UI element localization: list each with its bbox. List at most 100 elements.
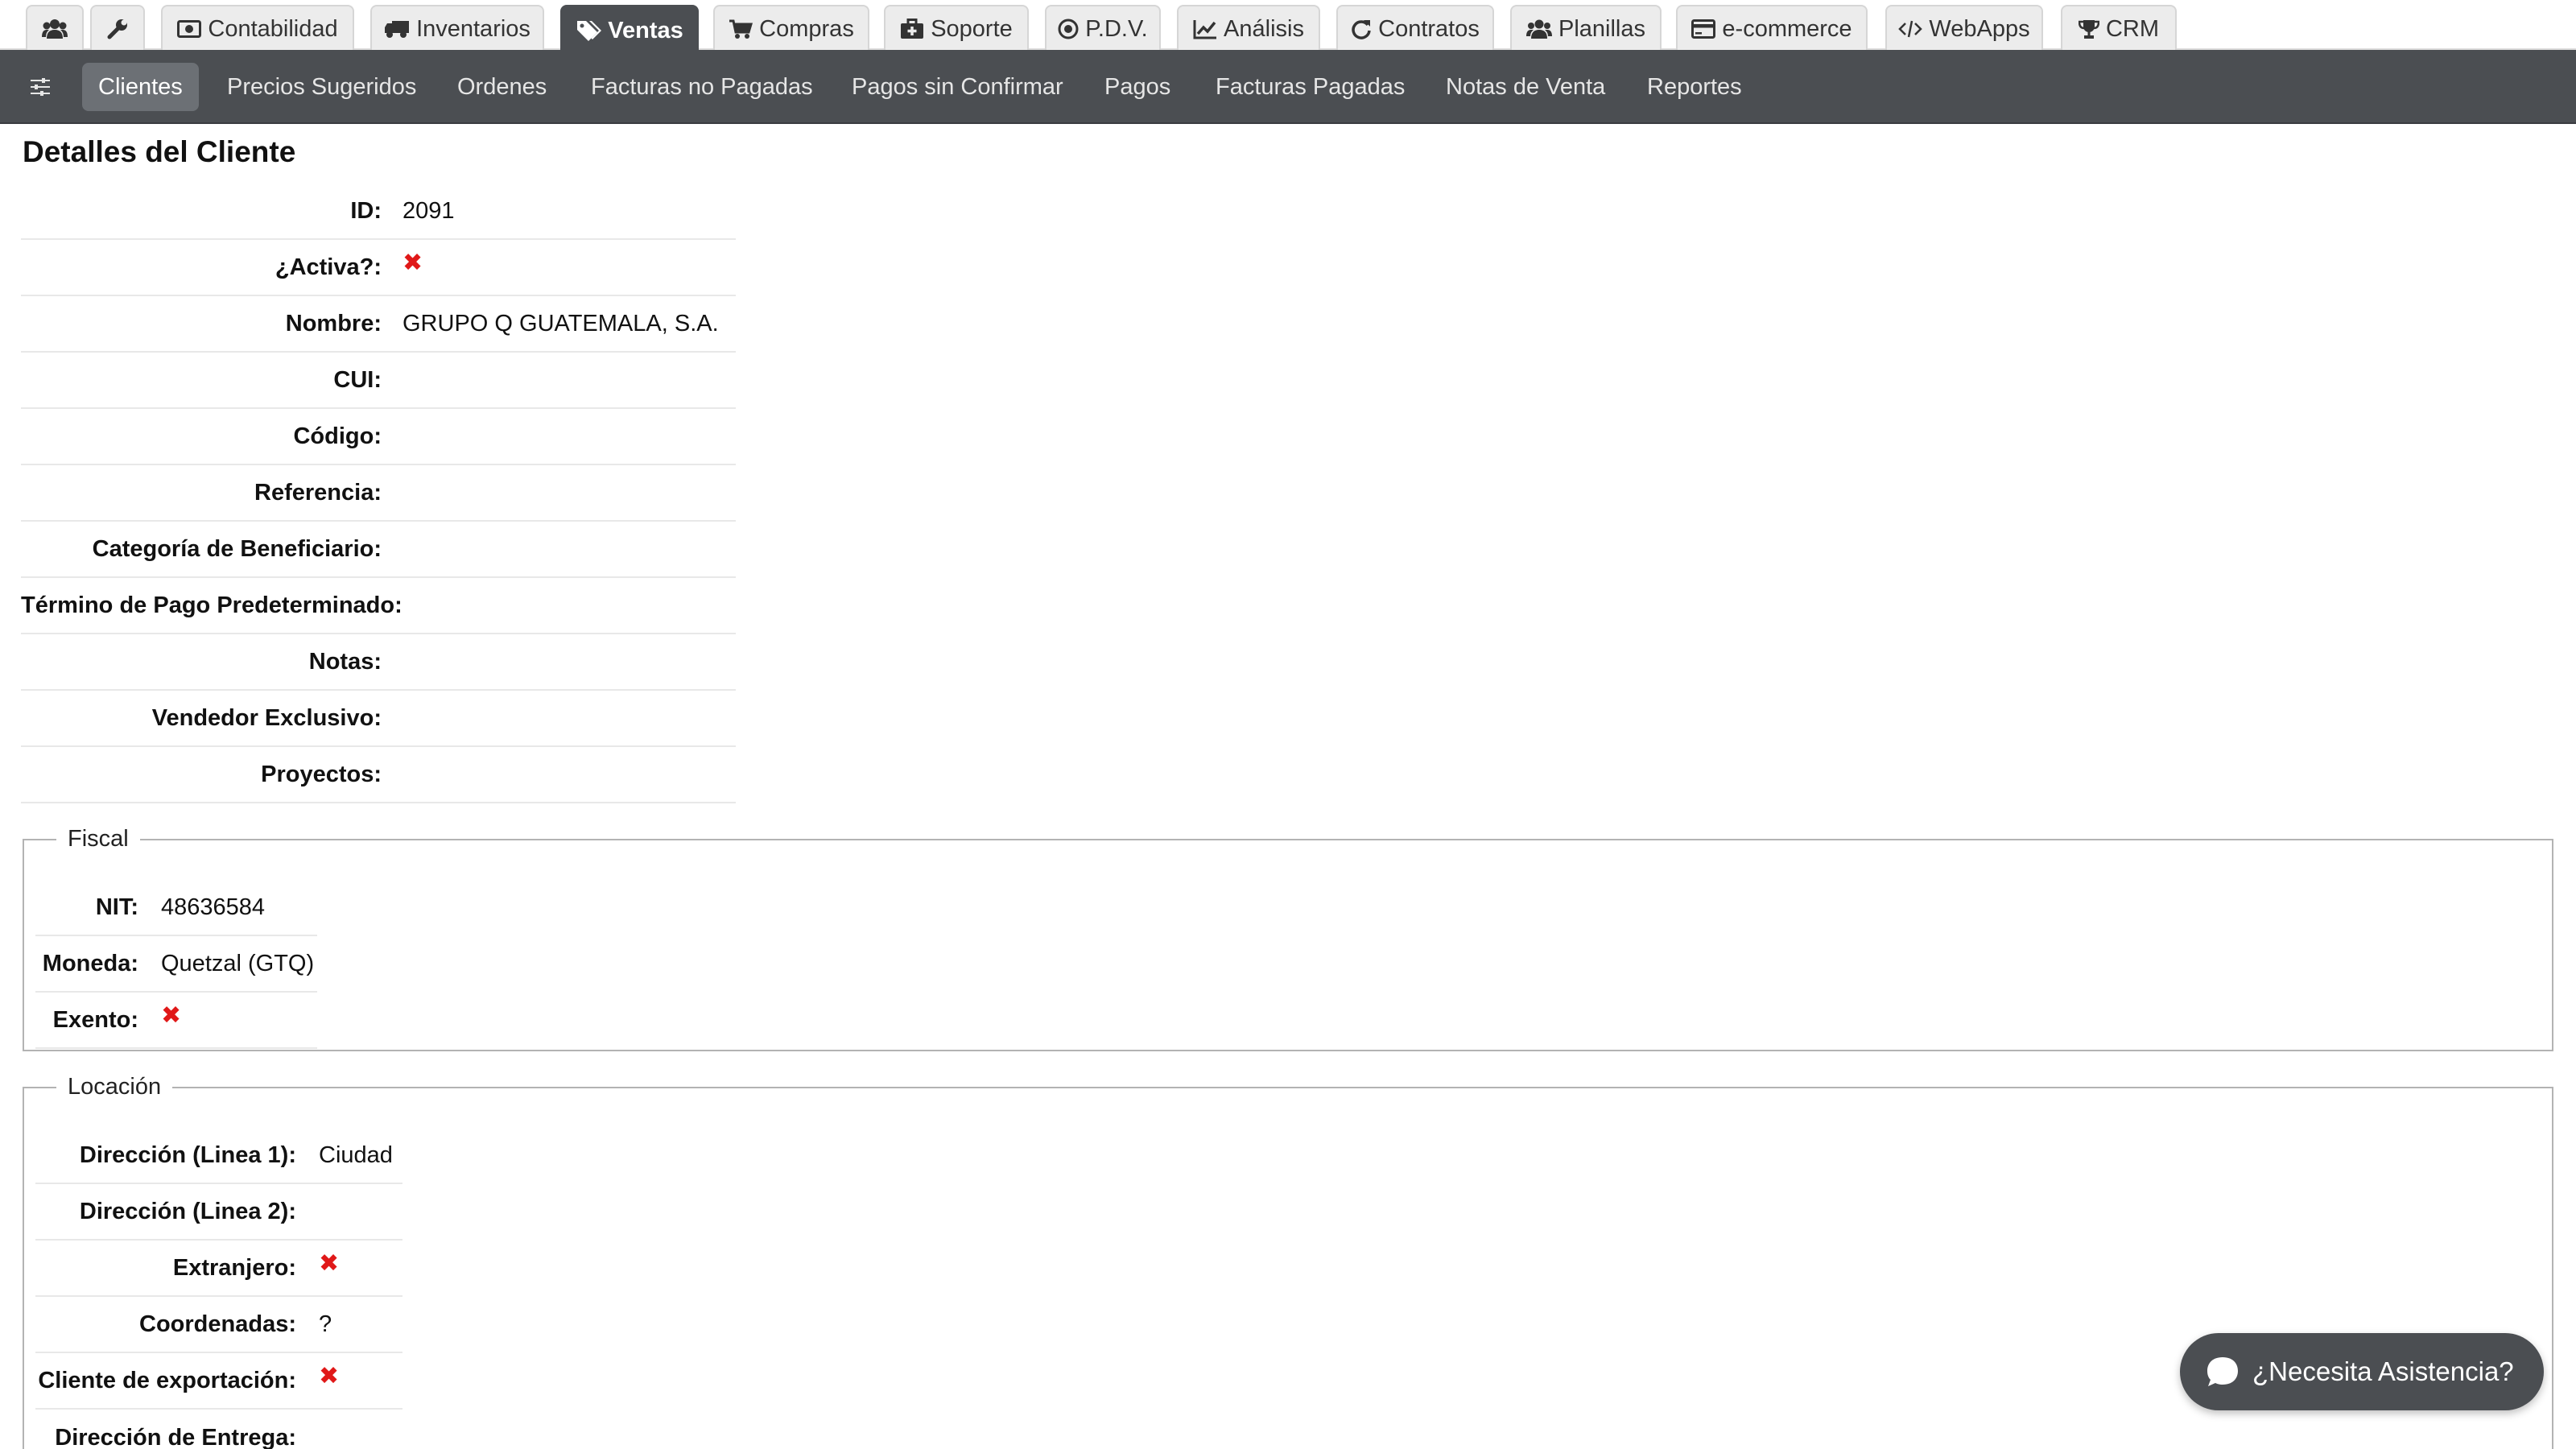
code-icon bbox=[1898, 19, 1923, 39]
refresh-icon bbox=[1351, 19, 1372, 39]
tab-label: Soporte bbox=[931, 15, 1013, 42]
detail-row-referencia: Referencia: bbox=[21, 465, 736, 522]
tab-label: e-commerce bbox=[1722, 15, 1852, 42]
location-label: Cliente de exportación: bbox=[38, 1367, 296, 1393]
tab-label: Planillas bbox=[1558, 15, 1645, 42]
help-chat-button[interactable]: ¿Necesita Asistencia? bbox=[2180, 1333, 2544, 1410]
fiscal-value: 48636584 bbox=[161, 894, 266, 920]
subnav-notas-de-venta[interactable]: Notas de Venta bbox=[1430, 63, 1621, 111]
target-icon bbox=[1058, 19, 1079, 39]
credit-card-icon bbox=[1691, 19, 1716, 39]
detail-row-categoria: Categoría de Beneficiario: bbox=[21, 522, 736, 578]
cross-icon: ✖ bbox=[161, 1001, 182, 1029]
page-title: Detalles del Cliente bbox=[23, 135, 296, 168]
fiscal-row-moneda: Moneda: Quetzal (GTQ) bbox=[35, 936, 317, 993]
detail-row-codigo: Código: bbox=[21, 409, 736, 465]
tab-crm[interactable]: CRM bbox=[2061, 5, 2177, 52]
medkit-icon bbox=[900, 19, 924, 39]
line-chart-icon bbox=[1193, 19, 1217, 39]
tab-ventas[interactable]: Ventas bbox=[560, 5, 699, 55]
location-section: Locación Dirección (Linea 1): Ciudad Dir… bbox=[23, 1074, 2553, 1449]
location-row-direccion-entrega: Dirección de Entrega: bbox=[35, 1410, 402, 1449]
truck-icon bbox=[384, 19, 410, 39]
tab-analisis[interactable]: Análisis bbox=[1177, 5, 1320, 52]
detail-value: GRUPO Q GUATEMALA, S.A. bbox=[402, 310, 719, 336]
subnav-pagos-sin-confirmar[interactable]: Pagos sin Confirmar bbox=[836, 63, 1080, 111]
cart-icon bbox=[729, 19, 753, 39]
subnav-ordenes[interactable]: Ordenes bbox=[441, 63, 563, 111]
location-label: Dirección (Linea 2): bbox=[79, 1198, 296, 1224]
section-legend: Fiscal bbox=[68, 826, 129, 852]
cross-icon: ✖ bbox=[402, 249, 423, 276]
tab-ecommerce[interactable]: e-commerce bbox=[1676, 5, 1868, 52]
detail-label: Proyectos: bbox=[261, 761, 382, 787]
tab-users[interactable] bbox=[26, 5, 84, 52]
section-legend: Locación bbox=[68, 1074, 162, 1100]
detail-row-termino-pago: Término de Pago Predeterminado: bbox=[21, 578, 736, 634]
trophy-icon bbox=[2078, 19, 2099, 39]
detail-label: Notas: bbox=[308, 648, 382, 675]
subnav-reportes[interactable]: Reportes bbox=[1631, 63, 1758, 111]
tab-tools[interactable] bbox=[90, 5, 145, 52]
tab-inventarios[interactable]: Inventarios bbox=[370, 5, 544, 52]
tab-webapps[interactable]: WebApps bbox=[1885, 5, 2043, 52]
location-row-direccion-1: Dirección (Linea 1): Ciudad bbox=[35, 1128, 402, 1184]
tab-label: WebApps bbox=[1929, 15, 2030, 42]
location-row-extranjero: Extranjero: ✖ bbox=[35, 1241, 402, 1297]
detail-row-vendedor: Vendedor Exclusivo: bbox=[21, 691, 736, 747]
tab-label: P.D.V. bbox=[1085, 15, 1148, 42]
location-value: Ciudad bbox=[319, 1141, 393, 1168]
tab-soporte[interactable]: Soporte bbox=[884, 5, 1029, 52]
location-row-direccion-2: Dirección (Linea 2): bbox=[35, 1184, 402, 1241]
location-label: Coordenadas: bbox=[139, 1311, 296, 1337]
location-row-cliente-exportacion: Cliente de exportación: ✖ bbox=[35, 1353, 402, 1410]
subnav-pagos[interactable]: Pagos bbox=[1088, 63, 1187, 111]
subnav-facturas-pagadas[interactable]: Facturas Pagadas bbox=[1199, 63, 1421, 111]
detail-label: Nombre: bbox=[285, 310, 382, 336]
detail-row-activa: ¿Activa?: ✖ bbox=[21, 240, 736, 296]
fiscal-label: Exento: bbox=[52, 1006, 138, 1033]
tab-label: Contratos bbox=[1378, 15, 1480, 42]
detail-row-nombre: Nombre: GRUPO Q GUATEMALA, S.A. bbox=[21, 296, 736, 353]
help-button-label: ¿Necesita Asistencia? bbox=[2252, 1356, 2514, 1386]
detail-label: ¿Activa?: bbox=[275, 254, 382, 280]
subnav-precios-sugeridos[interactable]: Precios Sugeridos bbox=[211, 63, 432, 111]
tab-label: Inventarios bbox=[416, 15, 530, 42]
chat-bubble-icon bbox=[2206, 1356, 2240, 1388]
tab-pdv[interactable]: P.D.V. bbox=[1045, 5, 1161, 52]
tab-planillas[interactable]: Planillas bbox=[1510, 5, 1662, 52]
tab-label: Análisis bbox=[1224, 15, 1304, 42]
wrench-icon bbox=[106, 18, 129, 40]
tab-label: Contabilidad bbox=[208, 15, 338, 42]
detail-row-cui: CUI: bbox=[21, 353, 736, 409]
module-tabs: Contabilidad Inventarios Ventas Compras … bbox=[0, 0, 2576, 55]
subnav-toggle[interactable] bbox=[24, 72, 56, 101]
detail-label: Término de Pago Predeterminado: bbox=[21, 592, 402, 618]
tab-label: Ventas bbox=[608, 17, 683, 43]
subnav-facturas-no-pagadas[interactable]: Facturas no Pagadas bbox=[575, 63, 829, 111]
tab-contratos[interactable]: Contratos bbox=[1336, 5, 1494, 52]
group-icon bbox=[1526, 19, 1552, 39]
subnav-clientes[interactable]: Clientes bbox=[82, 63, 199, 111]
detail-row-notas: Notas: bbox=[21, 634, 736, 691]
location-label: Dirección (Linea 1): bbox=[79, 1141, 296, 1168]
cross-icon: ✖ bbox=[319, 1249, 340, 1277]
tab-contabilidad[interactable]: Contabilidad bbox=[161, 5, 354, 52]
sliders-icon bbox=[30, 77, 51, 97]
sales-subnav: Clientes Precios Sugeridos Ordenes Factu… bbox=[0, 50, 2576, 124]
location-label: Extranjero: bbox=[172, 1254, 296, 1281]
location-label: Dirección de Entrega: bbox=[55, 1424, 296, 1449]
location-value: ? bbox=[319, 1311, 332, 1337]
detail-label: Referencia: bbox=[254, 479, 382, 506]
fiscal-row-exento: Exento: ✖ bbox=[35, 993, 317, 1049]
money-icon bbox=[177, 20, 202, 38]
location-row-coordenadas: Coordenadas: ? bbox=[35, 1297, 402, 1353]
detail-label: Código: bbox=[293, 423, 382, 449]
tab-compras[interactable]: Compras bbox=[713, 5, 869, 52]
detail-value: 2091 bbox=[402, 197, 455, 224]
fiscal-section: Fiscal NIT: 48636584 Moneda: Quetzal (GT… bbox=[23, 826, 2553, 1051]
location-table: Dirección (Linea 1): Ciudad Dirección (L… bbox=[35, 1128, 402, 1449]
tags-icon bbox=[576, 19, 602, 42]
fiscal-label: Moneda: bbox=[42, 950, 138, 976]
fiscal-table: NIT: 48636584 Moneda: Quetzal (GTQ) Exen… bbox=[35, 880, 317, 1049]
